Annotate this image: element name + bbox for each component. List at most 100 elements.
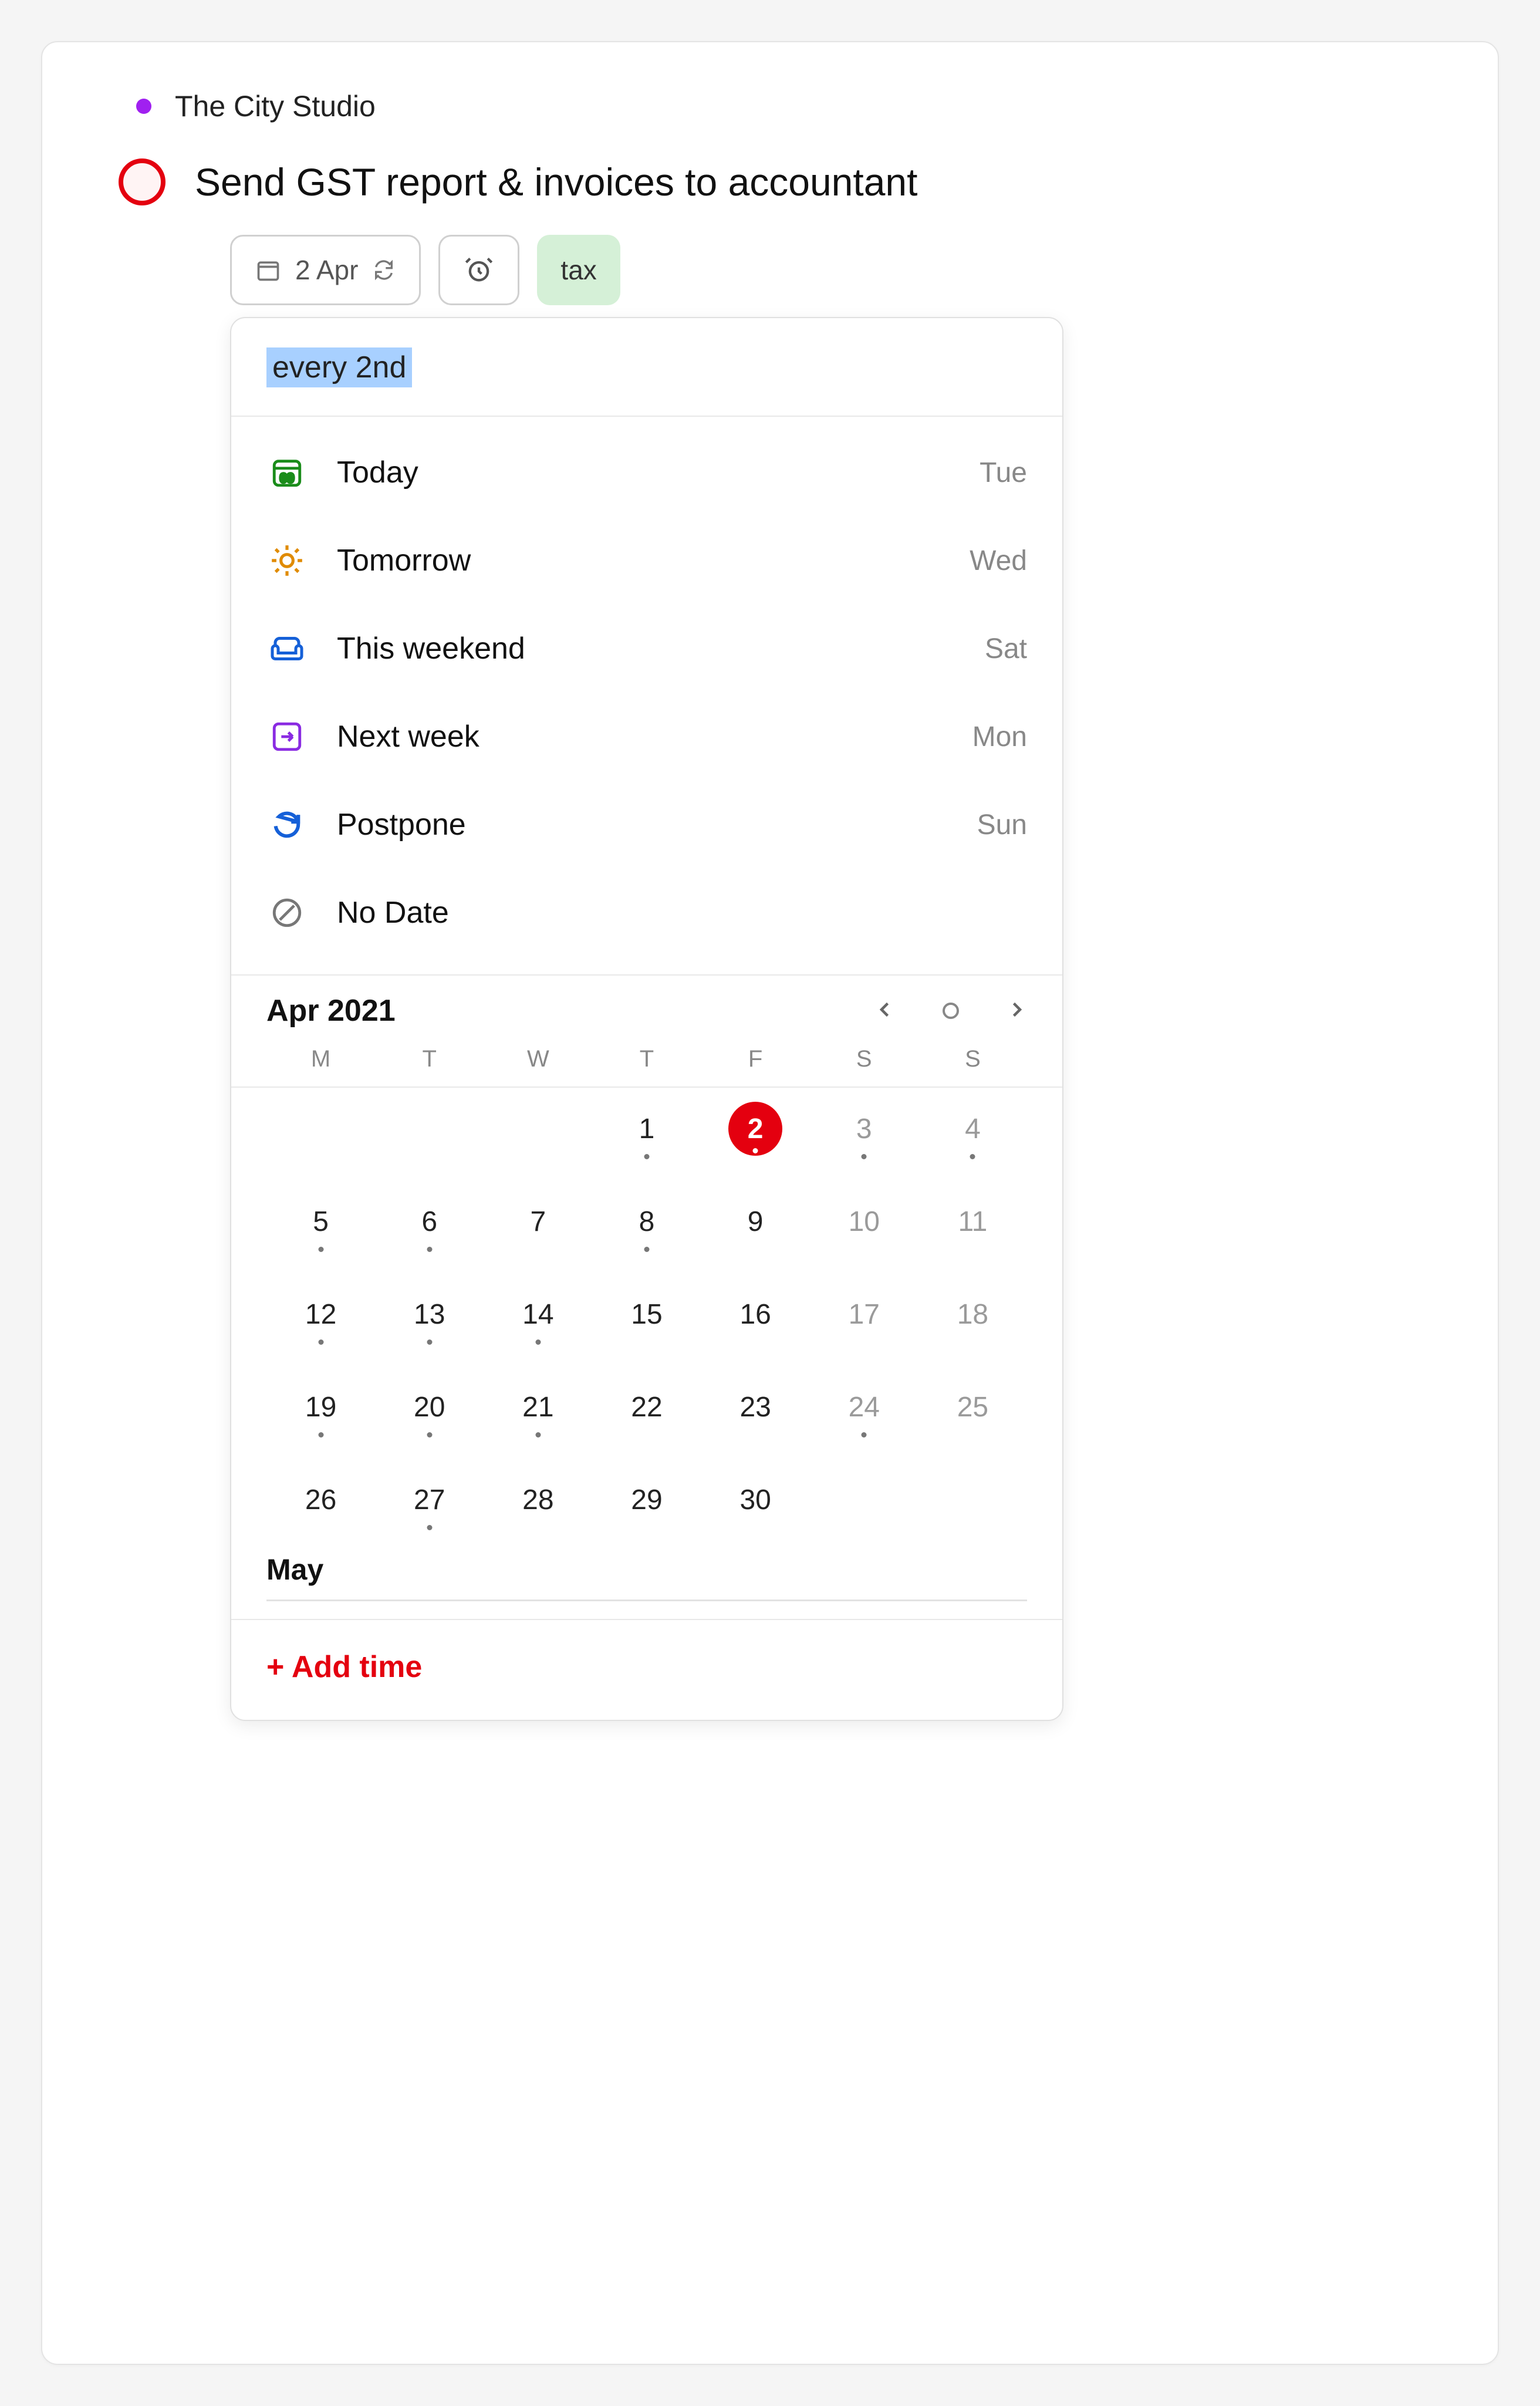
calendar-day-dot: [427, 1247, 432, 1252]
calendar-day-number: 14: [522, 1298, 553, 1331]
calendar-day[interactable]: 14: [484, 1279, 592, 1349]
calendar-weekday: M: [266, 1046, 375, 1072]
quick-date-today[interactable]: 09TodayTue: [266, 428, 1027, 517]
calendar-day[interactable]: 6: [375, 1186, 484, 1257]
calendar-day-dot: [318, 1339, 323, 1345]
calendar-day[interactable]: 26: [266, 1464, 375, 1535]
calendar-weekday: W: [484, 1046, 592, 1072]
calendar-day-number: 8: [639, 1206, 655, 1238]
calendar-prev-icon[interactable]: [874, 995, 896, 1027]
quick-date-sun[interactable]: Tomorrow Wed: [266, 517, 1027, 605]
calendar-day-number: 15: [631, 1298, 662, 1331]
due-date-chip[interactable]: 2 Apr: [230, 235, 421, 305]
project-name[interactable]: The City Studio: [175, 89, 376, 123]
calendar-day-number: 10: [849, 1206, 880, 1238]
task-chips: 2 Apr tax: [77, 235, 1463, 305]
calendar-day[interactable]: 12: [266, 1279, 375, 1349]
calendar-next-month[interactable]: May: [231, 1541, 1062, 1619]
calendar-day[interactable]: 18: [918, 1279, 1027, 1349]
calendar-day[interactable]: 10: [810, 1186, 918, 1257]
calendar-day[interactable]: 30: [701, 1464, 810, 1535]
quick-date-sofa[interactable]: This weekendSat: [266, 605, 1027, 693]
calendar-day-number: 7: [531, 1206, 546, 1238]
calendar-day: [918, 1464, 1027, 1535]
calendar-day[interactable]: 4: [918, 1094, 1027, 1164]
calendar-weekday-row: MTWTFSS: [231, 1034, 1062, 1086]
quick-date-postpone[interactable]: PostponeSun: [266, 781, 1027, 869]
quick-date-day: Wed: [970, 545, 1027, 577]
calendar-day-number: 9: [748, 1206, 764, 1238]
calendar-day-number: 24: [849, 1391, 880, 1423]
calendar-day-dot: [427, 1339, 432, 1345]
calendar-month-title: Apr 2021: [266, 993, 874, 1028]
calendar-day-dot: [427, 1432, 432, 1437]
calendar-day[interactable]: 9: [701, 1186, 810, 1257]
calendar-day[interactable]: 28: [484, 1464, 592, 1535]
calendar-day[interactable]: 24: [810, 1372, 918, 1442]
add-time-button[interactable]: + Add time: [231, 1620, 1062, 1720]
calendar-day[interactable]: 16: [701, 1279, 810, 1349]
quick-date-label: Tomorrow: [337, 543, 940, 578]
quick-date-day: Mon: [972, 721, 1027, 753]
reminder-chip[interactable]: [438, 235, 519, 305]
calendar-day-dot: [318, 1432, 323, 1437]
calendar-day-dot: [862, 1154, 867, 1159]
tag-chip[interactable]: tax: [537, 235, 620, 305]
date-input[interactable]: every 2nd: [266, 347, 412, 387]
calendar-day[interactable]: 7: [484, 1186, 592, 1257]
quick-date-label: Next week: [337, 719, 943, 754]
recurring-icon: [372, 258, 396, 282]
calendar-day[interactable]: 25: [918, 1372, 1027, 1442]
calendar-today-icon[interactable]: [943, 1003, 959, 1019]
quick-date-nodate[interactable]: No Date: [266, 869, 1027, 957]
quick-date-day: Tue: [980, 457, 1027, 489]
calendar-day[interactable]: 1: [592, 1094, 701, 1164]
calendar-day[interactable]: 23: [701, 1372, 810, 1442]
tag-label: tax: [560, 254, 596, 286]
calendar-next-icon[interactable]: [1006, 995, 1027, 1027]
postpone-icon: [266, 808, 308, 842]
calendar-day[interactable]: 13: [375, 1279, 484, 1349]
quick-date-list: 09TodayTueTomorrowWedThis weekendSatNext…: [231, 417, 1062, 974]
quick-date-day: Sun: [977, 809, 1027, 841]
calendar-day[interactable]: 29: [592, 1464, 701, 1535]
calendar-day-number: 20: [414, 1391, 445, 1423]
calendar-day: [484, 1094, 592, 1164]
calendar-day-number: 1: [639, 1113, 655, 1145]
quick-date-nextweek[interactable]: Next week Mon: [266, 693, 1027, 781]
calendar-day-dot: [644, 1154, 649, 1159]
calendar-weekday: F: [701, 1046, 810, 1072]
calendar-day-number: 12: [305, 1298, 336, 1331]
calendar-day[interactable]: 27: [375, 1464, 484, 1535]
task-checkbox[interactable]: [119, 158, 166, 205]
calendar-day[interactable]: 19: [266, 1372, 375, 1442]
calendar-day-number: 18: [957, 1298, 988, 1331]
calendar-day: [266, 1094, 375, 1164]
calendar-day[interactable]: 21: [484, 1372, 592, 1442]
calendar-day-number: 21: [522, 1391, 553, 1423]
calendar-day[interactable]: 3: [810, 1094, 918, 1164]
calendar-weekday: S: [810, 1046, 918, 1072]
task-title[interactable]: Send GST report & invoices to accountant: [195, 160, 917, 204]
svg-text:09: 09: [280, 471, 294, 485]
calendar-day-dot: [535, 1432, 541, 1437]
calendar-day[interactable]: 17: [810, 1279, 918, 1349]
calendar-day[interactable]: 11: [918, 1186, 1027, 1257]
calendar-day[interactable]: 5: [266, 1186, 375, 1257]
calendar-day-number: 3: [856, 1113, 872, 1145]
calendar-weekday: T: [375, 1046, 484, 1072]
calendar-weekday: T: [592, 1046, 701, 1072]
calendar-day[interactable]: 8: [592, 1186, 701, 1257]
date-picker-popover: every 2nd 09TodayTue Tomorrow Wed This week…: [230, 317, 1063, 1721]
calendar-day-number: 16: [739, 1298, 771, 1331]
calendar-day[interactable]: 20: [375, 1372, 484, 1442]
calendar-day-number: 17: [849, 1298, 880, 1331]
alarm-icon: [464, 255, 494, 285]
calendar-day-dot: [535, 1339, 541, 1345]
calendar-day[interactable]: 22: [592, 1372, 701, 1442]
calendar-today-icon: 09: [266, 455, 308, 490]
calendar-day[interactable]: 15: [592, 1279, 701, 1349]
sun-icon: [266, 542, 308, 579]
calendar-day-number: 26: [305, 1484, 336, 1516]
calendar-day[interactable]: 2: [701, 1094, 810, 1164]
